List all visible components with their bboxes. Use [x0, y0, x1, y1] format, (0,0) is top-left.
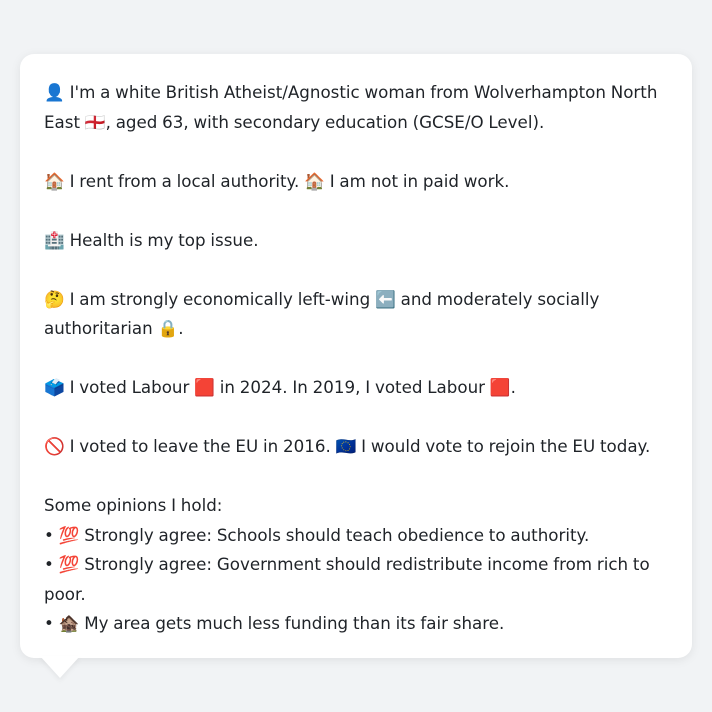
ideology-text: 🤔 I am strongly economically left-wing ⬅…: [44, 288, 600, 339]
opinion-item: • 💯 Strongly agree: Government should re…: [44, 554, 650, 604]
top-issue-text: 🏥 Health is my top issue.: [44, 229, 259, 250]
opinions-list: Some opinions I hold: • 💯 Strongly agree…: [44, 491, 668, 639]
persona-message-bubble: 👤 I'm a white British Atheist/Agnostic w…: [20, 54, 692, 658]
bubble-tail: [40, 656, 80, 678]
votes-text: 🗳️ I voted Labour 🟥 in 2024. In 2019, I …: [44, 377, 516, 397]
opinions-heading: Some opinions I hold:: [44, 495, 223, 515]
housing-text: 🏠 I rent from a local authority. 🏠 I am …: [44, 170, 510, 191]
eu-text: 🚫 I voted to leave the EU in 2016. 🇪🇺 I …: [44, 436, 651, 456]
opinion-item: • 💯 Strongly agree: Schools should teach…: [44, 524, 590, 545]
opinion-item: • 🏚️ My area gets much less funding than…: [44, 613, 505, 633]
identity-text: 👤 I'm a white British Atheist/Agnostic w…: [44, 82, 658, 132]
